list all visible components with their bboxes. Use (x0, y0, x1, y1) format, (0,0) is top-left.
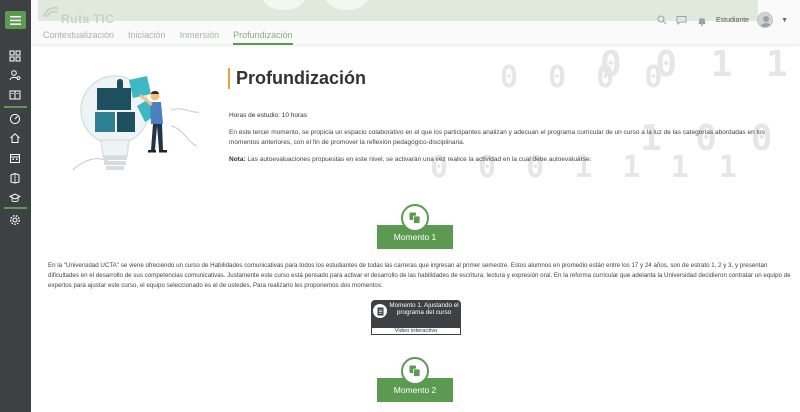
avatar[interactable] (757, 12, 774, 28)
lightbulb-puzzle-illustration (71, 66, 201, 184)
home-icon (10, 133, 20, 143)
sidebar-item-graduation[interactable] (8, 191, 22, 205)
note-text: Las autoevaluaciones propuestas en este … (245, 156, 592, 163)
notifications-button[interactable] (696, 14, 708, 26)
brand-logo-icon (43, 6, 59, 18)
top-header: Ruta TIC Contextualización Iniciación In… (31, 0, 800, 45)
documents-icon (409, 212, 421, 224)
tab-contextualizacion[interactable]: Contextualización (43, 30, 114, 45)
activity-type: Video interactivo (371, 327, 461, 335)
note-label: Nota: (229, 156, 246, 163)
sidebar-divider (4, 207, 27, 209)
step-tabs: Contextualización Iniciación Inmersión P… (43, 30, 293, 45)
activity-card[interactable]: Momento 1. Ajustando el programa del cur… (371, 300, 461, 336)
calendar-icon (10, 154, 20, 163)
banner-decoration (321, 0, 373, 10)
sidebar-item-settings[interactable] (8, 213, 22, 227)
book-icon (9, 90, 21, 100)
case-description: En la "Universidad UCTA" se viene ofreci… (48, 262, 791, 289)
tab-iniciacion[interactable]: Iniciación (128, 30, 166, 45)
sidebar-item-gauge[interactable] (8, 112, 22, 126)
sidebar-item-dashboard[interactable] (8, 49, 22, 63)
user-name[interactable]: Estudiante (716, 17, 749, 24)
search-button[interactable] (656, 14, 668, 26)
dashboard-icon (9, 50, 21, 62)
sidebar-item-user-search[interactable] (8, 68, 22, 82)
tab-profundizacion[interactable]: Profundización (233, 30, 293, 45)
activity-icon (373, 304, 387, 318)
moment-2-header[interactable]: Momento 2 (377, 357, 453, 403)
sidebar-item-home[interactable] (8, 131, 22, 145)
header-actions: Estudiante ▼ (656, 12, 788, 28)
gauge-icon (9, 113, 21, 125)
hamburger-icon (10, 15, 21, 25)
menu-toggle-button[interactable] (5, 11, 26, 29)
main-content: Profundización Horas de estudio: 10 hora… (31, 44, 800, 412)
document-icon (377, 307, 383, 315)
gear-icon (9, 214, 21, 226)
moment-1-header[interactable]: Momento 1 (377, 204, 453, 250)
search-icon (657, 15, 667, 25)
user-search-icon (9, 70, 21, 81)
sidebar-item-library[interactable] (8, 171, 22, 185)
library-icon (10, 172, 20, 184)
intro-paragraph: En este tercer momento, se propicia un e… (229, 129, 765, 146)
study-hours: Horas de estudio: 10 horas (229, 112, 308, 119)
moment-1-badge (401, 204, 429, 232)
activity-title: Momento 1. Ajustando el programa del cur… (389, 302, 459, 316)
tab-inmersion[interactable]: Inmersión (180, 30, 220, 45)
moment-2-badge (401, 357, 429, 385)
page-title-wrap: Profundización (228, 68, 366, 89)
page: 0 0 1 1 0 0 0 0 1 0 0 0 0 0 0 1 1 1 1 (0, 0, 800, 412)
banner-decoration (258, 0, 310, 10)
brand-name[interactable]: Ruta TIC (61, 12, 114, 26)
note-paragraph: Nota: Las autoevaluaciones propuestas en… (229, 156, 769, 163)
activity-card-header: Momento 1. Ajustando el programa del cur… (371, 300, 461, 327)
page-title: Profundización (236, 68, 366, 88)
header-banner (38, 0, 758, 21)
chat-icon (676, 16, 687, 25)
messages-button[interactable] (676, 14, 688, 26)
sidebar-item-book[interactable] (8, 88, 22, 102)
sidebar-divider (4, 106, 27, 108)
graduation-cap-icon (9, 193, 21, 202)
bell-icon (697, 17, 706, 26)
sidebar-item-calendar[interactable] (8, 151, 22, 165)
chevron-down-icon[interactable]: ▼ (781, 17, 788, 24)
documents-icon (409, 365, 421, 377)
lightbulb-icon (72, 75, 200, 171)
sidebar (0, 0, 31, 412)
